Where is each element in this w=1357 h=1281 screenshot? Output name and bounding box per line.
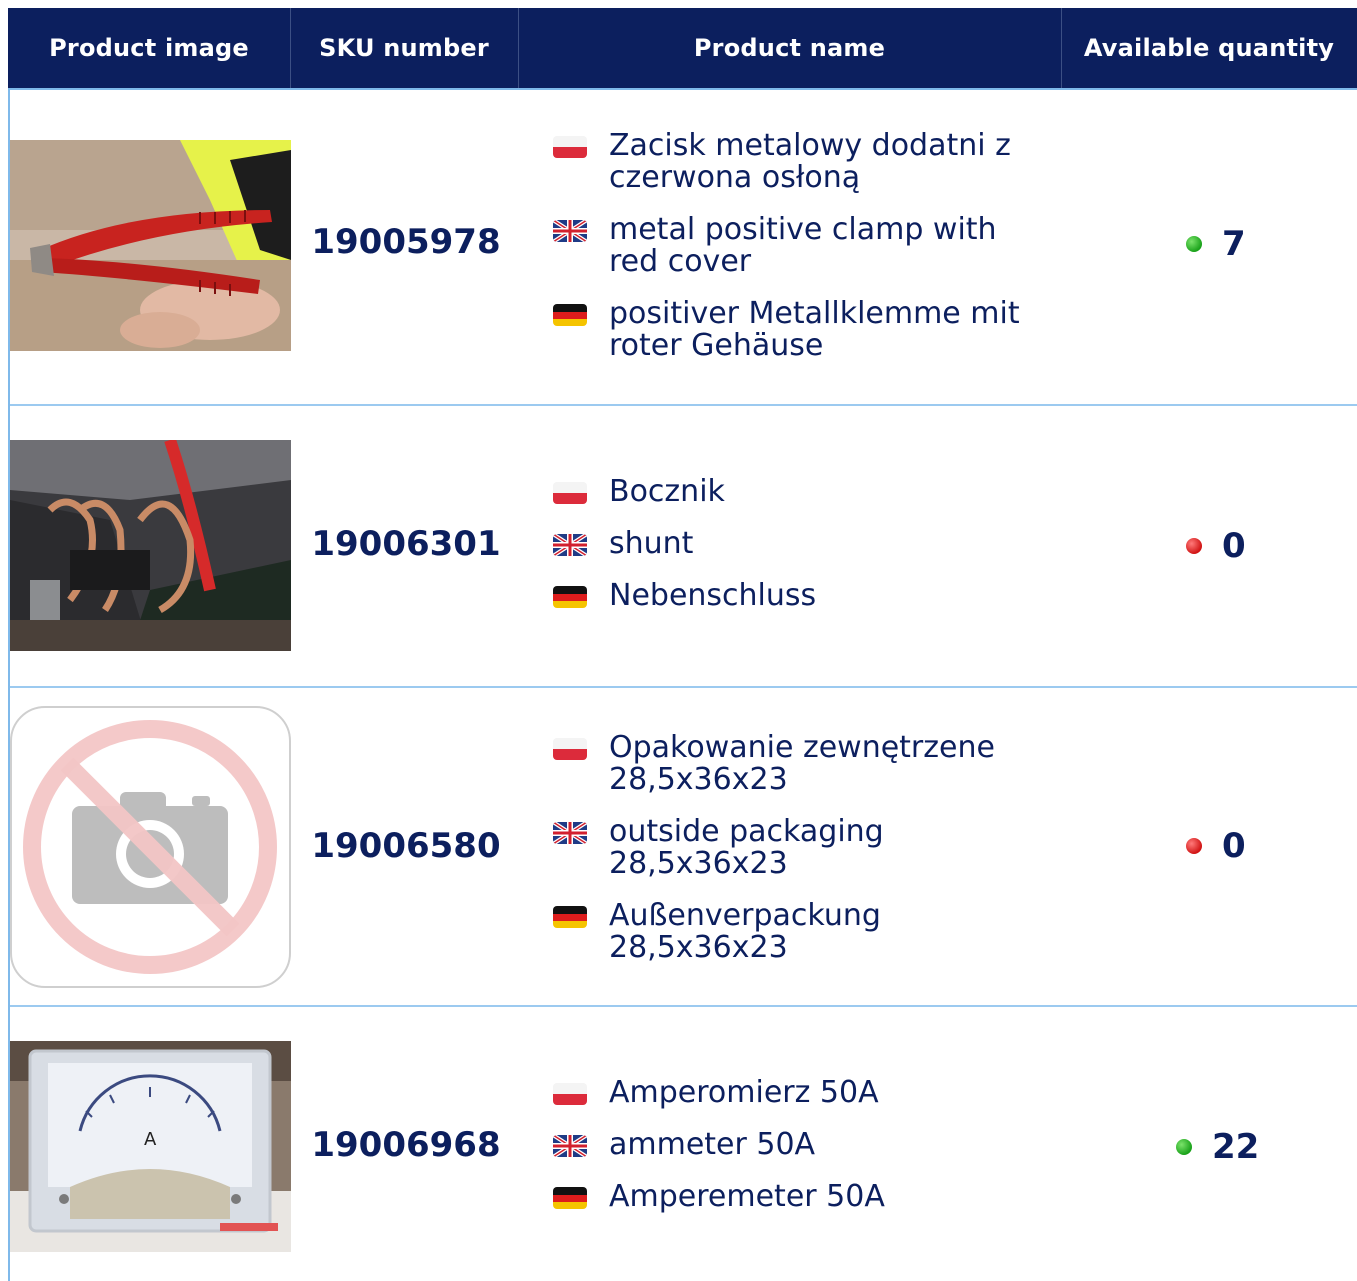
german-flag-icon: [553, 304, 587, 326]
sku-number: 19006968: [311, 1125, 501, 1165]
product-names: Amperomierz 50A ammeter 50A Amperemeter …: [553, 1077, 1033, 1233]
table-row[interactable]: 19006301 Bocznik shunt Nebenschluss 0: [10, 406, 1357, 686]
sku-number: 19005978: [311, 222, 501, 262]
german-flag-icon: [553, 906, 587, 928]
product-name-de: Nebenschluss: [553, 580, 1033, 632]
product-names: Zacisk metalowy dodatni z czerwona osłon…: [553, 130, 1033, 382]
product-name-pl: Zacisk metalowy dodatni z czerwona osłon…: [553, 130, 1033, 214]
quantity-cell: 7: [1186, 224, 1246, 264]
sku-number: 19006580: [311, 826, 501, 866]
available-quantity: 0: [1222, 526, 1246, 566]
product-image[interactable]: A: [10, 1041, 291, 1252]
product-name-pl: Opakowanie zewnętrzene 28,5x36x23: [553, 732, 1033, 816]
product-image[interactable]: [10, 706, 291, 989]
header-available-quantity: Available quantity: [1083, 34, 1335, 62]
out-of-stock-dot-icon: [1186, 538, 1202, 554]
product-name-pl: Bocznik: [553, 476, 1033, 528]
uk-flag-icon: [553, 822, 587, 844]
header-product-image: Product image: [49, 34, 249, 62]
available-quantity: 7: [1222, 224, 1246, 264]
quantity-cell: 0: [1186, 826, 1246, 866]
sku-number: 19006301: [311, 524, 501, 564]
uk-flag-icon: [553, 220, 587, 242]
uk-flag-icon: [553, 1135, 587, 1157]
product-name-pl: Amperomierz 50A: [553, 1077, 1033, 1129]
shunt-photo: [10, 440, 291, 651]
table-row[interactable]: A 19006968 Amperomierz 50A ammeter 50A A…: [10, 1007, 1357, 1281]
product-names: Bocznik shunt Nebenschluss: [553, 476, 1033, 632]
header-sku: SKU number: [319, 34, 489, 62]
table-row[interactable]: 19005978 Zacisk metalowy dodatni z czerw…: [10, 90, 1357, 405]
out-of-stock-dot-icon: [1186, 838, 1202, 854]
top-strip: [0, 0, 1357, 8]
in-stock-dot-icon: [1176, 1139, 1192, 1155]
svg-text:A: A: [144, 1129, 157, 1150]
table-header: Product image SKU number Product name Av…: [8, 8, 1357, 90]
product-name-de: positiver Metallklemme mit roter Gehäuse: [553, 298, 1033, 382]
product-name-en: outside packaging 28,5x36x23: [553, 816, 1033, 900]
uk-flag-icon: [553, 534, 587, 556]
product-image[interactable]: [10, 440, 291, 651]
polish-flag-icon: [553, 738, 587, 760]
header-product-name: Product name: [693, 34, 886, 62]
table-row[interactable]: 19006580 Opakowanie zewnętrzene 28,5x36x…: [10, 688, 1357, 1006]
polish-flag-icon: [553, 1083, 587, 1105]
no-photo-placeholder: [10, 706, 291, 988]
product-name-en: shunt: [553, 528, 1033, 580]
product-name-de: Amperemeter 50A: [553, 1181, 1033, 1233]
red-clamp-photo: [10, 140, 291, 351]
product-image[interactable]: [10, 140, 291, 351]
product-name-de: Außenverpackung 28,5x36x23: [553, 900, 1033, 984]
available-quantity: 0: [1222, 826, 1246, 866]
german-flag-icon: [553, 586, 587, 608]
product-names: Opakowanie zewnętrzene 28,5x36x23 outsid…: [553, 732, 1033, 984]
quantity-cell: 22: [1176, 1127, 1259, 1167]
quantity-cell: 0: [1186, 526, 1246, 566]
available-quantity: 22: [1212, 1127, 1260, 1167]
polish-flag-icon: [553, 136, 587, 158]
product-name-en: ammeter 50A: [553, 1129, 1033, 1181]
product-name-en: metal positive clamp with red cover: [553, 214, 1033, 298]
polish-flag-icon: [553, 482, 587, 504]
in-stock-dot-icon: [1186, 236, 1202, 252]
ammeter-photo: A: [10, 1041, 291, 1252]
german-flag-icon: [553, 1187, 587, 1209]
